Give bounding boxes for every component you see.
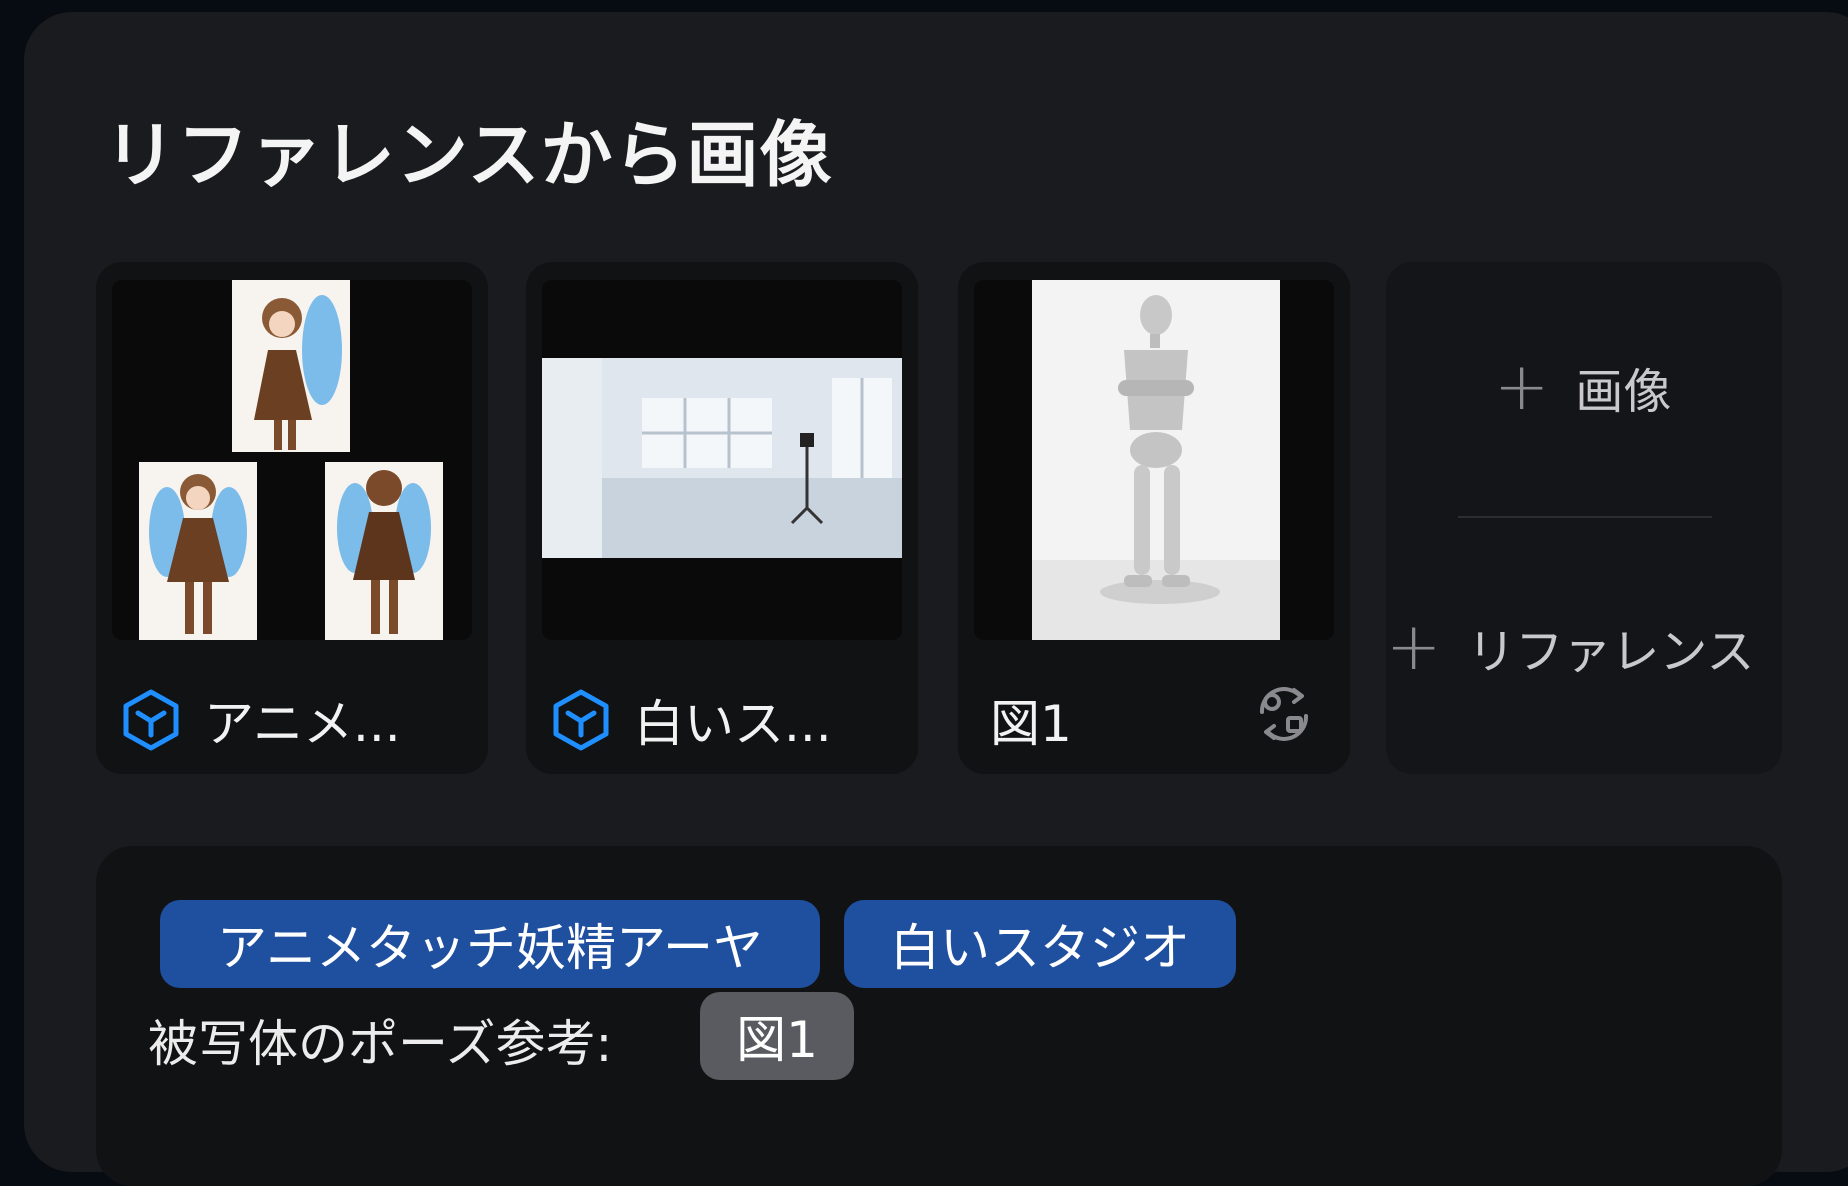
add-reference-card: + 画像 + リファレンス xyxy=(1386,262,1782,774)
reference-card-label: アニメ... xyxy=(118,680,401,760)
add-reference-label: リファレンス xyxy=(1467,624,1755,680)
reference-tag-chip[interactable]: 白いスタジオ xyxy=(844,900,1236,988)
reference-name: アニメ... xyxy=(204,695,401,753)
panel-title: リファレンスから画像 xyxy=(104,113,833,197)
prompt-editor[interactable]: アニメタッチ妖精アーヤ 白いスタジオ 被写体のポーズ参考: 図1 xyxy=(96,846,1782,1186)
reference-card-label: 図1 xyxy=(990,680,1072,760)
plus-icon: + xyxy=(1494,348,1550,425)
reference-card-character[interactable]: アニメ... xyxy=(96,262,488,774)
plus-icon: + xyxy=(1386,608,1442,685)
add-image-button[interactable]: + 画像 xyxy=(1494,352,1671,422)
studio-thumbnail xyxy=(542,280,902,640)
reference-tag-chip[interactable]: アニメタッチ妖精アーヤ xyxy=(160,900,820,988)
pose-reference-chip[interactable]: 図1 xyxy=(700,992,854,1080)
divider xyxy=(1458,516,1712,518)
reference-card-label: 白いス... xyxy=(548,680,832,760)
prompt-text: 被写体のポーズ参考: xyxy=(148,996,612,1084)
reference-card-pose[interactable]: 図1 xyxy=(958,262,1350,774)
prompt-text-content: 被写体のポーズ参考: xyxy=(148,1015,613,1073)
cube-icon xyxy=(553,689,609,751)
reference-name: 白いス... xyxy=(634,695,832,753)
add-image-label: 画像 xyxy=(1575,364,1672,420)
character-sheet-thumbnail xyxy=(112,280,472,640)
cube-icon xyxy=(123,689,179,751)
pose-figure-thumbnail xyxy=(974,280,1334,640)
reference-card-studio[interactable]: 白いス... xyxy=(526,262,918,774)
swap-icon[interactable] xyxy=(1248,678,1320,750)
reference-name: 図1 xyxy=(990,695,1072,753)
add-reference-button[interactable]: + リファレンス xyxy=(1386,612,1754,682)
